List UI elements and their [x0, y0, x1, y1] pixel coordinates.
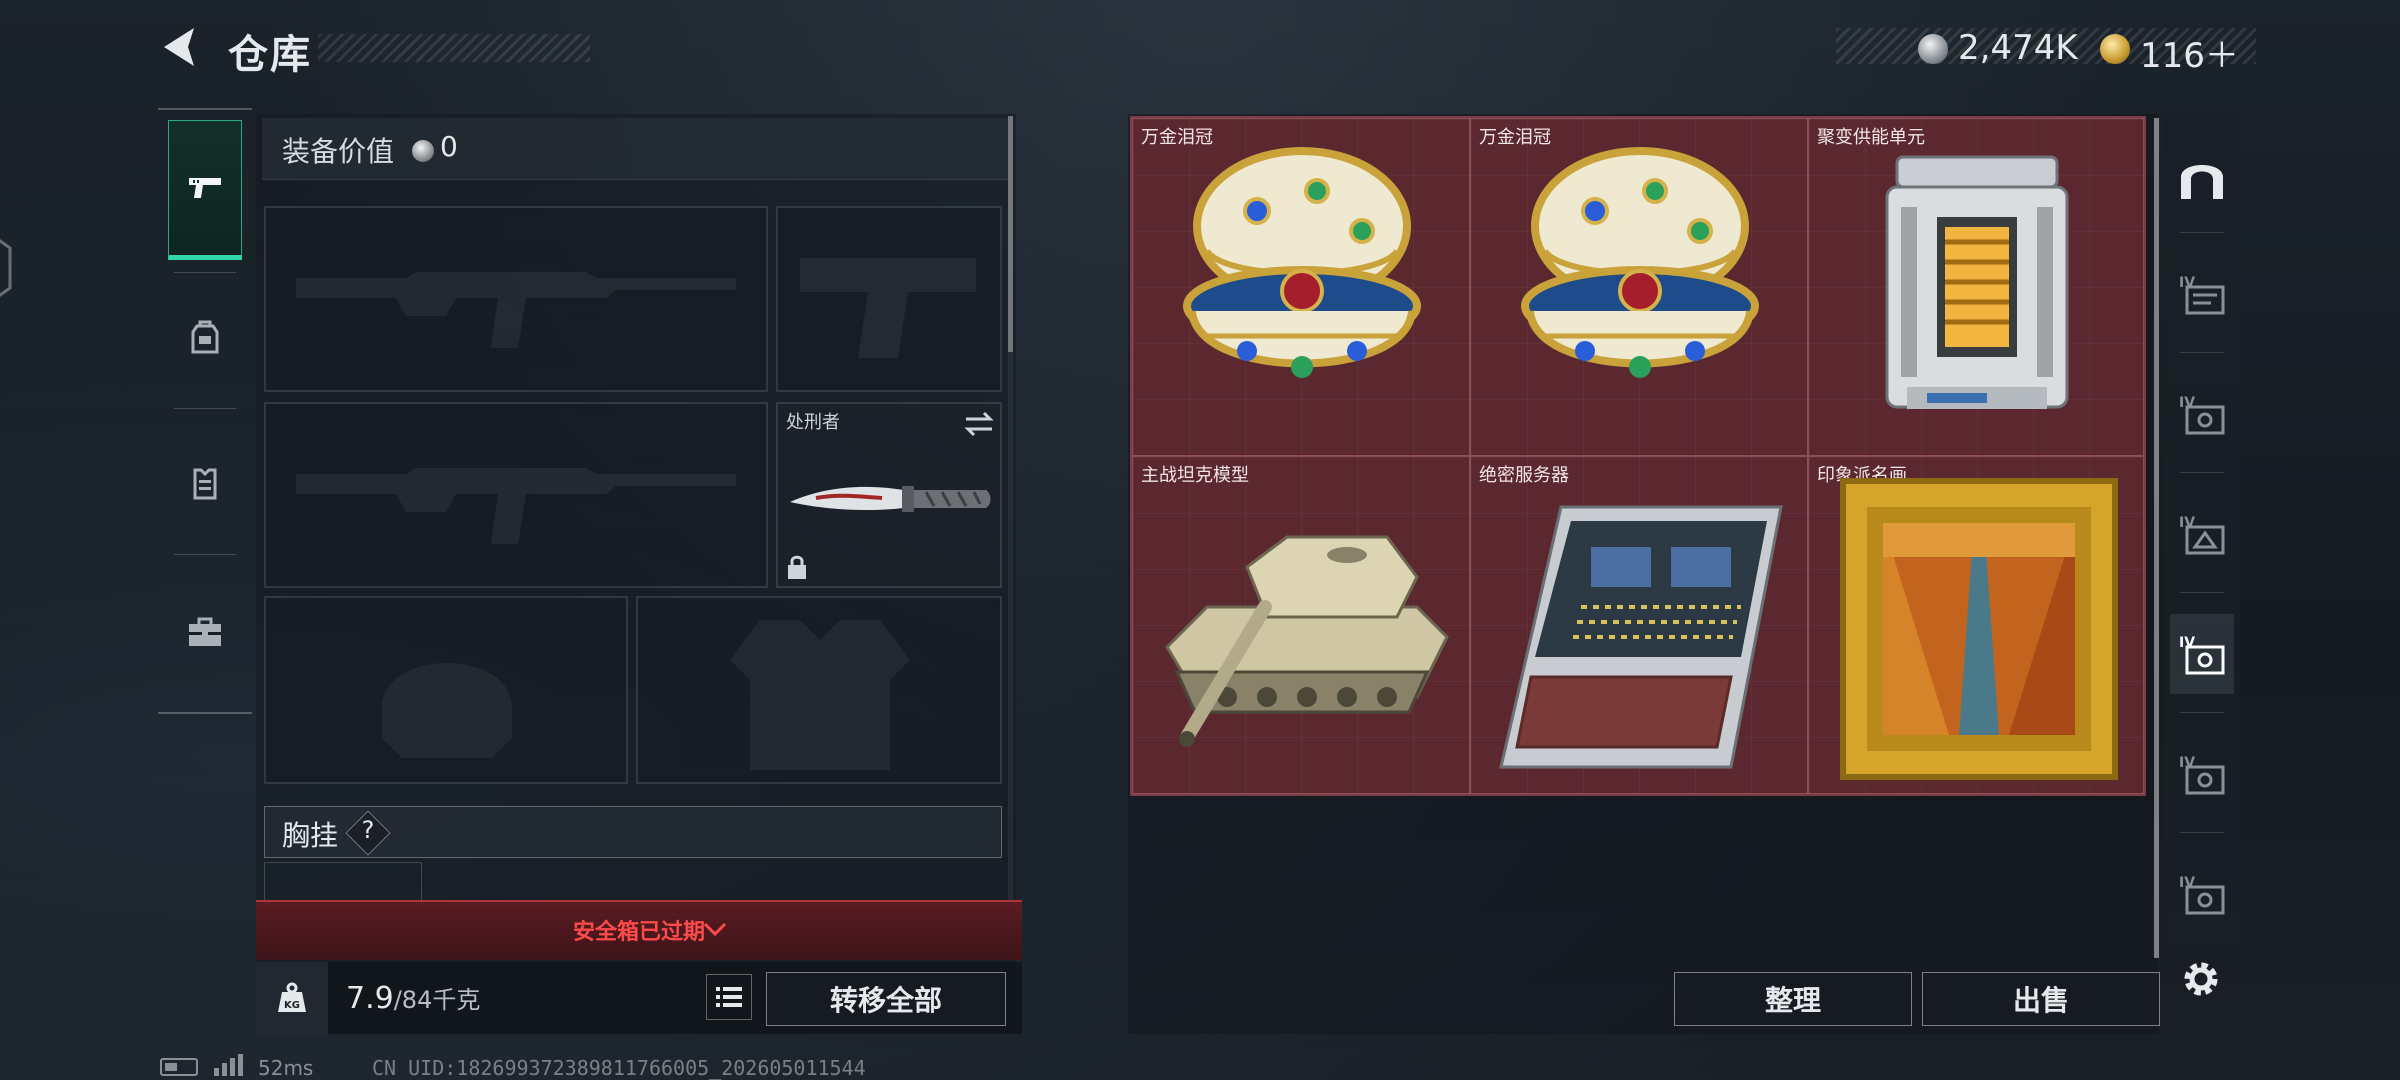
storage-item[interactable]: 万金泪冠	[1470, 118, 1808, 456]
jeweled-egg-icon	[1183, 147, 1421, 378]
armor-slot[interactable]	[636, 596, 1002, 784]
user-id: CN UID:182699372389811766005_20260501154…	[372, 1056, 866, 1080]
storage-item[interactable]: 绝密服务器	[1470, 456, 1808, 794]
rifle-silhouette-icon	[296, 272, 736, 348]
battery-icon	[160, 1058, 198, 1076]
tab-weapons[interactable]	[168, 120, 242, 260]
secondary-weapon-slot[interactable]	[264, 402, 768, 588]
transfer-all-button[interactable]: 转移全部	[766, 972, 1006, 1026]
weight-max: /84千克	[393, 986, 481, 1014]
safe-box-status: 安全箱已过期	[572, 920, 705, 945]
toolbox-icon	[189, 617, 221, 646]
tab-divider	[174, 408, 236, 409]
chest-rig-label: 胸挂	[282, 819, 339, 852]
sort-button[interactable]: 整理	[1674, 972, 1912, 1026]
equipment-value-amount: 0	[440, 130, 458, 163]
tab-storage-1[interactable]: IV	[2170, 254, 2234, 334]
ping-readout: 52ms	[258, 1056, 314, 1080]
vest-icon	[193, 468, 217, 500]
tab-divider	[2180, 232, 2224, 233]
arch-icon	[2181, 165, 2223, 199]
storage-item[interactable]: 聚变供能单元	[1808, 118, 2144, 456]
silver-coin-icon	[412, 140, 434, 162]
silver-coin-icon	[1918, 34, 1948, 64]
tab-storage-4[interactable]: IV	[2170, 614, 2234, 694]
tank-model-icon	[1165, 535, 1449, 747]
helmet-silhouette-icon	[382, 663, 512, 758]
sell-button[interactable]: 出售	[1922, 972, 2160, 1026]
storage-tab-icon: IV	[2179, 875, 2225, 915]
silver-currency-amount: 2,474K	[1958, 28, 2078, 68]
chevron-down-icon[interactable]	[702, 918, 728, 940]
equipment-scroll-thumb[interactable]	[1008, 116, 1013, 352]
tab-divider	[2180, 712, 2224, 713]
armor-silhouette-icon	[730, 620, 910, 770]
edge-hex-icon	[0, 239, 12, 297]
sidearm-slot[interactable]	[776, 206, 1002, 392]
tab-divider	[2180, 592, 2224, 593]
tab-divider	[2180, 832, 2224, 833]
storage-item[interactable]: 主战坦克模型	[1132, 456, 1470, 794]
item-label: 绝密服务器	[1479, 465, 1569, 486]
item-label: 主战坦克模型	[1141, 465, 1249, 486]
page-title: 仓库	[228, 32, 312, 78]
melee-slot-label: 处刑者	[786, 412, 840, 433]
swap-icon[interactable]	[962, 410, 996, 438]
server-icon	[1499, 505, 1783, 769]
help-icon[interactable]: ?	[358, 816, 378, 844]
back-arrow-icon[interactable]	[158, 24, 204, 70]
tab-case[interactable]	[168, 562, 242, 702]
equipment-value-label: 装备价值	[282, 135, 395, 168]
list-view-button[interactable]	[706, 974, 752, 1020]
fusion-cell-icon	[1885, 155, 2069, 409]
tab-home[interactable]	[2170, 140, 2234, 220]
weight-icon: KG	[278, 982, 306, 1012]
storage-item[interactable]: 印象派名画	[1808, 456, 2144, 794]
list-icon	[716, 987, 742, 1007]
tab-vest[interactable]	[168, 414, 242, 554]
storage-tab-icon: IV	[2179, 635, 2225, 675]
tab-gear[interactable]	[168, 268, 242, 408]
tab-storage-2[interactable]: IV	[2170, 374, 2234, 454]
tab-divider	[2180, 352, 2224, 353]
lock-icon	[788, 555, 806, 579]
weight-indicator: KG	[256, 962, 328, 1034]
tab-storage-6[interactable]: IV	[2170, 854, 2234, 934]
helmet-slot[interactable]	[264, 596, 628, 784]
storage-tab-icon: IV	[2179, 515, 2225, 555]
tab-divider	[2180, 472, 2224, 473]
storage-tab-icon: IV	[2179, 275, 2225, 315]
backpack-icon	[191, 320, 219, 354]
jeweled-egg-icon	[1521, 147, 1759, 378]
gear-icon[interactable]	[2176, 954, 2226, 1004]
gold-currency-amount[interactable]: 116＋	[2140, 28, 2239, 77]
storage-scrollbar[interactable]	[2154, 118, 2159, 958]
weight-current: 7.9	[346, 981, 394, 1016]
signal-icon	[214, 1054, 243, 1076]
primary-weapon-slot[interactable]	[264, 206, 768, 392]
rifle-silhouette-icon	[296, 468, 736, 544]
pistol-icon	[189, 178, 221, 198]
storage-tab-icon: IV	[2179, 755, 2225, 795]
storage-item[interactable]: 万金泪冠	[1132, 118, 1470, 456]
pistol-silhouette-icon	[800, 258, 976, 358]
weight-readout: 7.9/84千克	[346, 980, 480, 1016]
chest-rig-slot[interactable]	[264, 862, 422, 904]
storage-tab-icon: IV	[2179, 395, 2225, 435]
knife-icon	[790, 486, 991, 512]
svg-text:KG: KG	[284, 1000, 300, 1011]
tab-divider	[174, 554, 236, 555]
framed-painting-icon	[1840, 478, 2118, 780]
gold-coin-icon	[2100, 34, 2130, 64]
tab-storage-5[interactable]: IV	[2170, 734, 2234, 814]
title-decoration	[318, 34, 590, 62]
tab-storage-3[interactable]: IV	[2170, 494, 2234, 574]
melee-slot[interactable]: 处刑者	[776, 402, 1002, 588]
